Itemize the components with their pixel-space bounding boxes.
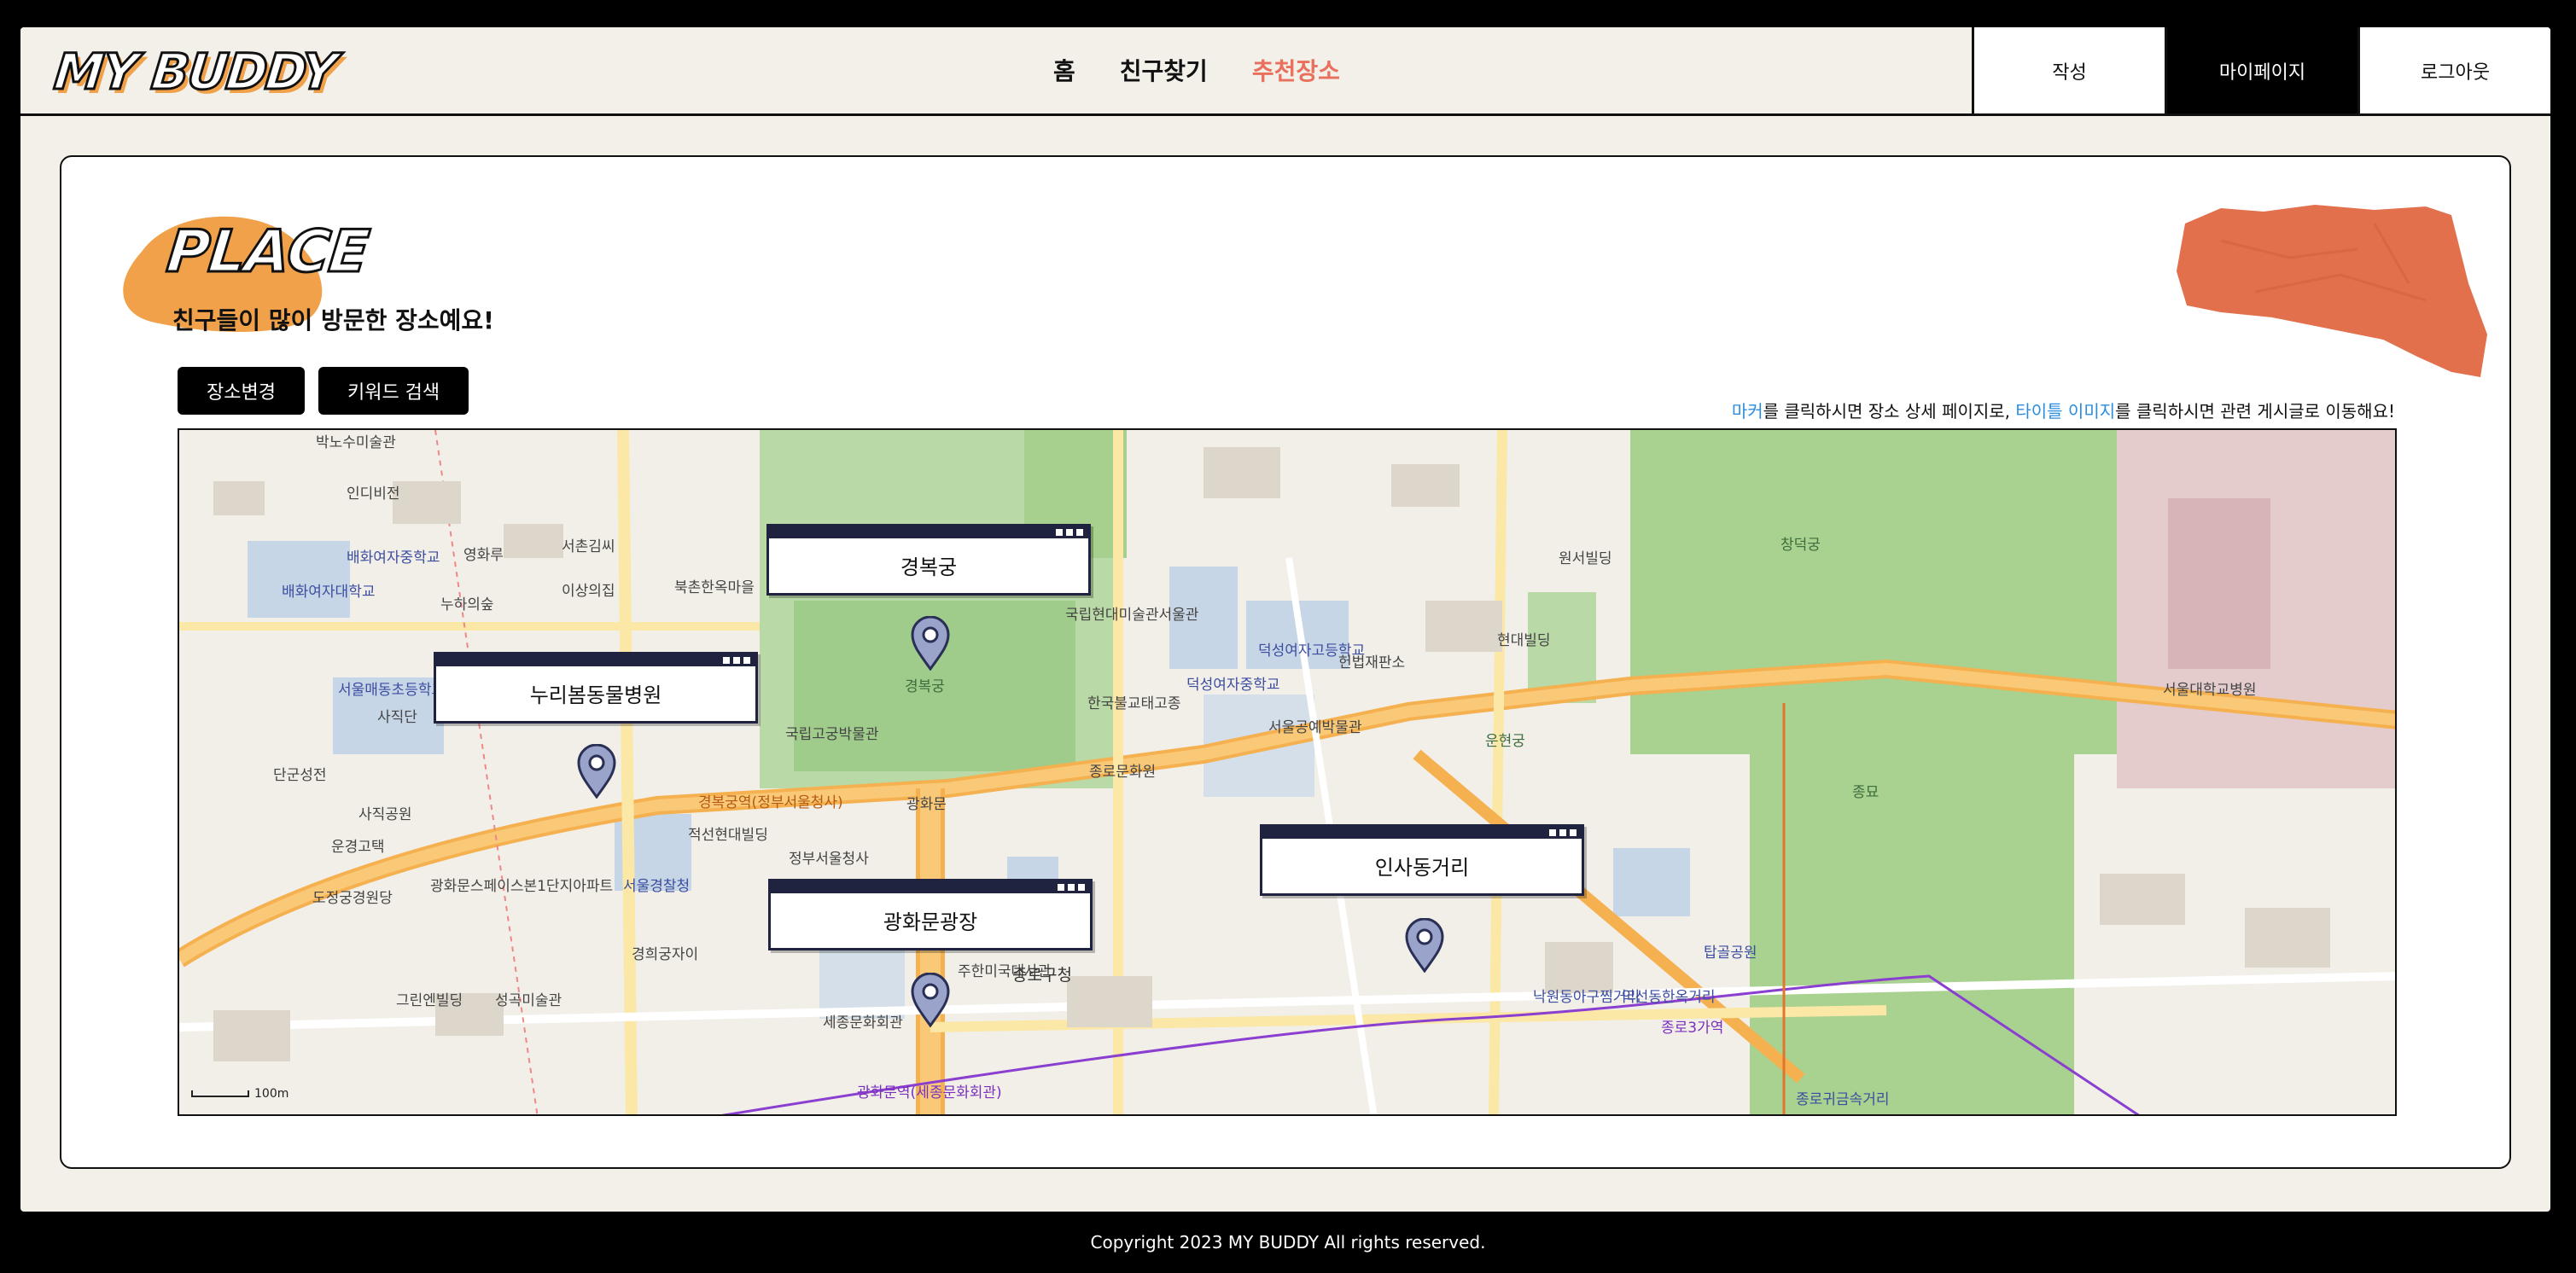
- change-place-button[interactable]: 장소변경: [178, 367, 305, 415]
- mypage-button[interactable]: 마이페이지: [2165, 27, 2357, 113]
- map-label: 탑골공원: [1704, 945, 1757, 962]
- hint-marker: 마커: [1731, 401, 1763, 421]
- write-button[interactable]: 작성: [1972, 27, 2165, 113]
- footer: Copyright 2023 MY BUDDY All rights reser…: [0, 1212, 2576, 1273]
- map-marker-icon[interactable]: [577, 744, 616, 799]
- map-label: 경복궁: [905, 678, 945, 695]
- map-scale: 100m: [191, 1087, 288, 1101]
- changdeokgung-area: [1630, 430, 2125, 754]
- keyword-search-button[interactable]: 키워드 검색: [318, 367, 469, 415]
- place-title-text: 인사동거리: [1374, 856, 1470, 880]
- map-label: 현대빌딩: [1497, 632, 1551, 649]
- map-label: 인디비전: [347, 485, 400, 503]
- scale-label: 100m: [254, 1087, 289, 1101]
- copyright-text: Copyright 2023 MY BUDDY All rights reser…: [1090, 1232, 1486, 1253]
- logo-text: MY BUDDY: [50, 42, 340, 102]
- place-title-text: 광화문광장: [883, 910, 978, 934]
- header-buttons: 작성 마이페이지 로그아웃: [1972, 27, 2550, 113]
- place-title-insadong[interactable]: 인사동거리: [1260, 824, 1584, 896]
- map-label: 익선동한옥거리: [1622, 989, 1716, 1006]
- map[interactable]: 박노수미술관 인디비전 영화루 배화여자중학교 배화여자대학교 서촌김씨 이상의…: [178, 428, 2397, 1116]
- logout-button[interactable]: 로그아웃: [2357, 27, 2550, 113]
- map-label: 국립현대미술관서울관: [1065, 607, 1199, 624]
- place-title-gwanghwamun-square[interactable]: 광화문광장: [768, 879, 1093, 950]
- map-label: 종묘: [1852, 784, 1880, 801]
- nav-recommended-places[interactable]: 추천장소: [1252, 53, 1340, 87]
- map-label: 세종문화회관: [823, 1014, 903, 1032]
- map-label: 운현궁: [1485, 733, 1525, 750]
- map-label: 종로3가역: [1661, 1020, 1724, 1037]
- map-label: 사직공원: [358, 806, 412, 823]
- map-label: 한국불교태고종: [1087, 695, 1181, 712]
- infobox-bar: [436, 654, 755, 666]
- map-label: 광화문: [906, 796, 947, 813]
- torn-paper-decoration: [2177, 205, 2487, 377]
- map-marker-icon[interactable]: [1405, 918, 1444, 973]
- map-label: 그린엔빌딩: [396, 992, 463, 1009]
- page-subtitle: 친구들이 많이 방문한 장소예요!: [172, 306, 494, 334]
- map-label: 종로문화원: [1089, 764, 1157, 781]
- map-hint: 마커를 클릭하시면 장소 상세 페이지로, 타이틀 이미지를 클릭하시면 관련 …: [1732, 398, 2395, 422]
- map-label: 정부서울청사: [789, 851, 869, 868]
- hint-title-image: 타이틀 이미지: [2015, 401, 2116, 421]
- map-label: 광화문역(세종문화회관): [857, 1084, 1002, 1102]
- place-title-gyeongbokgung[interactable]: 경복궁: [766, 524, 1091, 596]
- map-label: 북촌한옥마을: [674, 579, 755, 596]
- map-label: 서울매동초등학교: [338, 682, 446, 699]
- map-label: 원서빌딩: [1559, 550, 1612, 567]
- infobox-bar: [1262, 827, 1582, 839]
- map-label: 종로귀금속거리: [1796, 1091, 1890, 1108]
- infobox-bar: [769, 526, 1088, 538]
- map-label: 운경고택: [331, 839, 385, 856]
- map-label: 단군성전: [273, 767, 327, 784]
- map-controls: 장소변경 키워드 검색: [178, 367, 469, 415]
- place-card: PLACE 친구들이 많이 방문한 장소예요! 장소변경 키워드 검색 마커를 …: [60, 155, 2511, 1169]
- map-label: 배화여자중학교: [347, 549, 440, 567]
- app-frame: MY BUDDY 홈 친구찾기 추천장소 작성 마이페이지 로그아웃 PLACE…: [20, 27, 2550, 1212]
- map-label: 광화문스페이스본1단지아파트: [430, 878, 614, 895]
- map-label: 경희궁자이: [632, 946, 699, 963]
- map-label: 헌법재판소: [1338, 654, 1406, 671]
- hint-text-2: 를 클릭하시면 관련 게시글로 이동해요!: [2115, 401, 2395, 421]
- map-label: 사직단: [377, 709, 417, 726]
- map-label: 영화루: [463, 547, 504, 564]
- page-title: PLACE: [162, 218, 372, 288]
- map-label: 경복궁역(정부서울청사): [698, 794, 843, 811]
- map-label: 덕성여자중학교: [1186, 677, 1280, 694]
- map-marker-icon[interactable]: [911, 616, 950, 671]
- map-label: 이상의집: [562, 583, 615, 600]
- map-label: 서촌김씨: [562, 538, 615, 555]
- nav-home[interactable]: 홈: [1053, 53, 1075, 87]
- map-label: 국립고궁박물관: [785, 726, 879, 743]
- place-title-text: 누리봄동물병원: [529, 683, 662, 707]
- map-label: 종로구청: [1012, 966, 1072, 985]
- map-label: 박노수미술관: [316, 434, 396, 451]
- map-label: 적선현대빌딩: [688, 827, 768, 844]
- map-label: 서울경찰청: [623, 878, 691, 895]
- place-title-text: 경복궁: [900, 555, 958, 579]
- hint-text-1: 를 클릭하시면 장소 상세 페이지로,: [1763, 401, 2016, 421]
- infobox-bar: [771, 881, 1090, 893]
- map-base: [179, 430, 2395, 1114]
- map-label: 누하의숲: [440, 596, 494, 613]
- map-label: 도정궁경원당: [312, 890, 393, 907]
- map-label: 서울대학교병원: [2163, 682, 2257, 699]
- map-label: 배화여자대학교: [282, 584, 376, 601]
- header: MY BUDDY 홈 친구찾기 추천장소 작성 마이페이지 로그아웃: [20, 27, 2550, 116]
- scale-line: [191, 1090, 249, 1097]
- nav-find-friends[interactable]: 친구찾기: [1120, 53, 1208, 87]
- map-marker-icon[interactable]: [911, 973, 950, 1027]
- map-label: 성곡미술관: [495, 992, 562, 1009]
- map-label: 창덕궁: [1780, 537, 1821, 554]
- place-title-nuribom[interactable]: 누리봄동물병원: [434, 652, 758, 724]
- main-nav: 홈 친구찾기 추천장소: [1053, 53, 1340, 87]
- map-label: 서울공예박물관: [1268, 719, 1362, 736]
- logo[interactable]: MY BUDDY: [50, 39, 340, 104]
